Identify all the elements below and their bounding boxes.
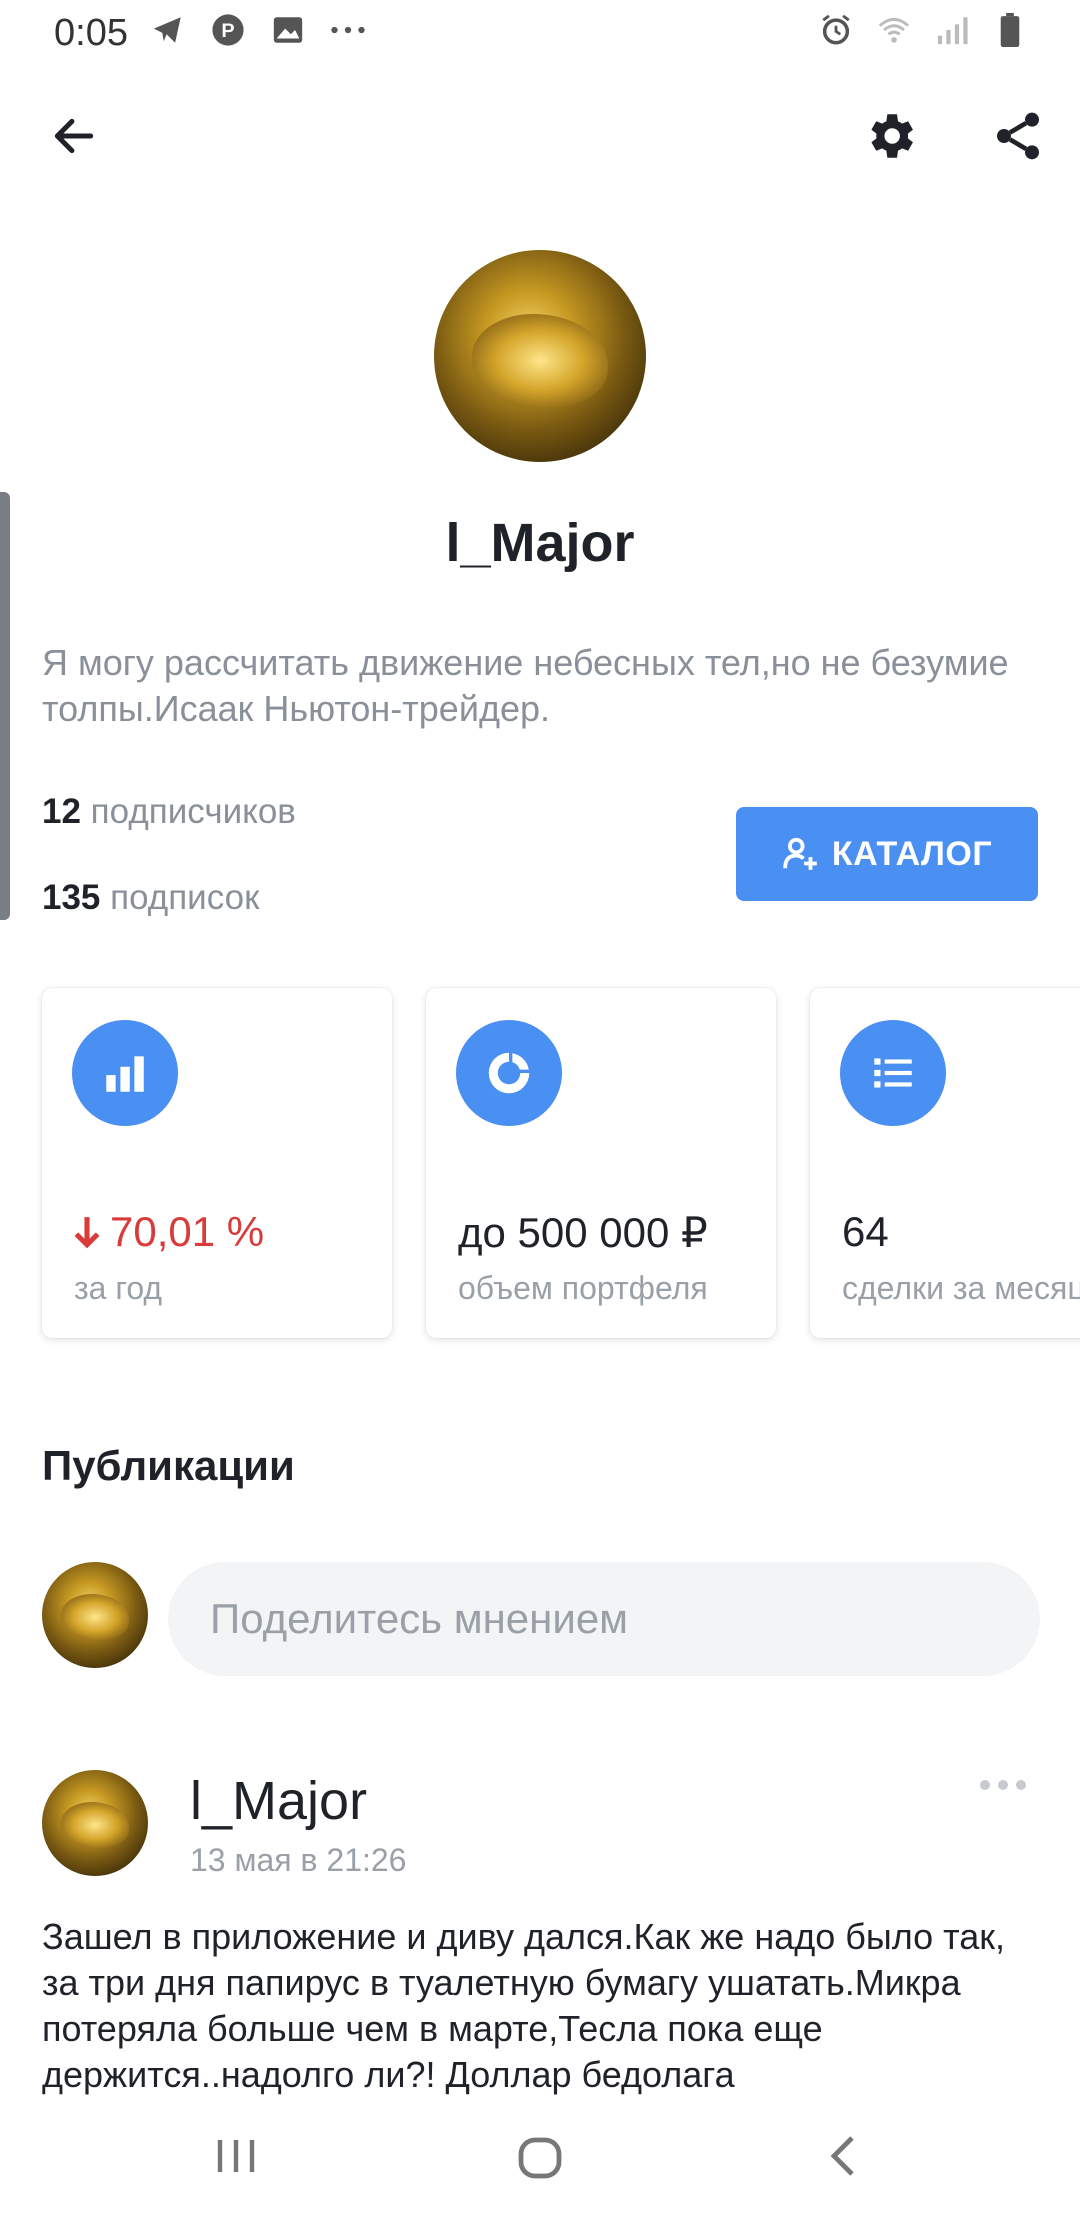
post-author-name[interactable]: l_Major	[190, 1770, 367, 1832]
status-notifications: P	[150, 12, 366, 48]
profile-bio: Я могу рассчитать движение небесных тел,…	[42, 642, 1009, 729]
composer-input[interactable]: Поделитесь мнением	[168, 1562, 1040, 1676]
home-button[interactable]	[508, 2126, 572, 2190]
monthly-trades-value: 64	[842, 1208, 889, 1255]
profile-username: l_Major	[445, 513, 635, 573]
pinterest-icon: P	[210, 12, 246, 48]
alarm-icon	[818, 12, 854, 48]
following-count: 135	[42, 878, 101, 917]
chevron-left-icon	[830, 2136, 854, 2176]
followers-label: подписчиков	[90, 792, 296, 831]
settings-button[interactable]	[850, 96, 930, 176]
following-label: подписок	[110, 878, 260, 917]
post-more-button[interactable]	[980, 1780, 1026, 1790]
more-notifications-icon	[330, 12, 366, 48]
stat-card-portfolio-size[interactable]: до 500 000 ₽ объем портфеля	[426, 988, 776, 1338]
gallery-icon	[270, 12, 306, 48]
followers-count: 12	[42, 792, 81, 831]
yearly-return-value: 70,01 %	[110, 1208, 265, 1255]
share-icon	[997, 112, 1039, 160]
followers-stat[interactable]: 12 подписчиков	[42, 792, 296, 832]
catalog-button-label: КАТАЛОГ	[831, 834, 993, 873]
dot-icon	[1016, 1780, 1026, 1790]
signal-icon	[934, 12, 970, 48]
following-stat[interactable]: 135 подписок	[42, 878, 259, 918]
add-user-icon	[783, 837, 817, 870]
svg-text:P: P	[221, 20, 234, 42]
list-icon	[840, 1020, 946, 1126]
battery-icon	[992, 12, 1028, 48]
portfolio-size-label: объем портфеля	[458, 1270, 708, 1306]
post-author-avatar[interactable]	[42, 1770, 148, 1876]
avatar-bull-image	[472, 313, 608, 407]
composer-placeholder: Поделитесь мнением	[210, 1595, 629, 1642]
pie-chart-icon	[456, 1020, 562, 1126]
yearly-return-label: за год	[74, 1270, 163, 1306]
portfolio-size-value: до 500 000 ₽	[458, 1209, 708, 1256]
monthly-trades-label: сделки за месяц	[842, 1270, 1080, 1306]
stat-card-yearly-return[interactable]: 70,01 % за год	[42, 988, 392, 1338]
avatar-bull-image	[61, 1593, 129, 1641]
recent-apps-icon	[217, 2140, 255, 2172]
dot-icon	[998, 1780, 1008, 1790]
composer-avatar	[42, 1562, 148, 1668]
share-button[interactable]	[978, 96, 1058, 176]
profile-avatar[interactable]	[434, 250, 646, 462]
recent-apps-button[interactable]	[206, 2126, 266, 2186]
gear-icon	[871, 114, 913, 158]
arrow-down-icon	[74, 1217, 100, 1249]
wifi-icon	[876, 12, 912, 48]
system-navigation-bar	[0, 2100, 1080, 2220]
system-back-button[interactable]	[812, 2126, 872, 2186]
home-icon	[518, 2137, 562, 2179]
dot-icon	[980, 1780, 990, 1790]
status-system-icons	[818, 12, 1028, 48]
yearly-return-value-row: 70,01 %	[74, 1208, 264, 1256]
telegram-icon	[150, 12, 186, 48]
status-time: 0:05	[54, 12, 128, 54]
avatar-bull-image	[61, 1801, 129, 1849]
post-timestamp: 13 мая в 21:26	[190, 1842, 407, 1878]
publications-title: Публикации	[42, 1442, 295, 1489]
post-text[interactable]: Зашел в приложение и диву дался.Как же н…	[42, 1914, 1042, 2098]
catalog-button[interactable]: КАТАЛОГ	[736, 807, 1038, 901]
bar-chart-icon	[72, 1020, 178, 1126]
back-button[interactable]	[34, 96, 114, 176]
stat-card-monthly-trades[interactable]: 64 сделки за месяц	[810, 988, 1080, 1338]
arrow-left-icon	[54, 118, 94, 154]
